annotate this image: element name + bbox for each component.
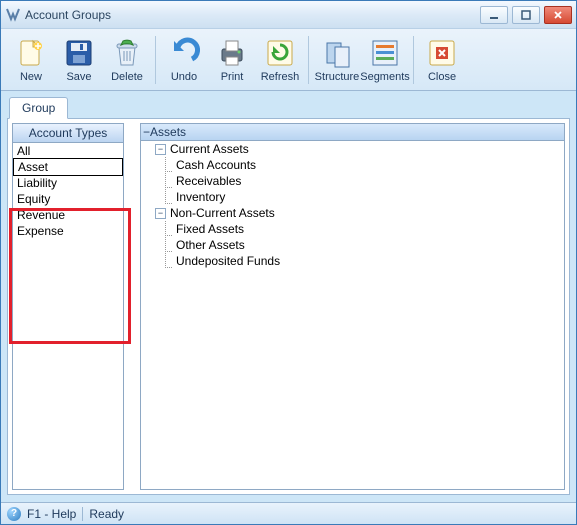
content-area: Group Account Types AllAssetLiabilityEqu…	[1, 91, 576, 501]
tree-node[interactable]: Cash Accounts	[161, 157, 564, 173]
window-title: Account Groups	[25, 8, 480, 22]
toolbar-separator	[155, 36, 156, 84]
account-types-list: Account Types AllAssetLiabilityEquityRev…	[12, 123, 124, 490]
undo-icon	[168, 37, 200, 69]
status-separator	[82, 507, 83, 521]
save-icon	[63, 37, 95, 69]
delete-button[interactable]: Delete	[103, 32, 151, 88]
collapse-icon[interactable]: −	[143, 125, 150, 139]
refresh-button[interactable]: Refresh	[256, 32, 304, 88]
tree-node-label: Receivables	[176, 173, 241, 189]
group-panel: Account Types AllAssetLiabilityEquityRev…	[7, 118, 570, 495]
structure-icon	[321, 37, 353, 69]
segments-button[interactable]: Segments	[361, 32, 409, 88]
tree-node-label: Cash Accounts	[176, 157, 256, 173]
status-state: Ready	[89, 507, 124, 521]
minimize-button[interactable]	[480, 6, 508, 24]
list-item[interactable]: Asset	[13, 158, 123, 176]
tree-node[interactable]: Inventory	[161, 189, 564, 205]
collapse-icon[interactable]: −	[155, 208, 166, 219]
app-icon	[5, 7, 21, 23]
list-item[interactable]: Expense	[13, 223, 123, 239]
save-button[interactable]: Save	[55, 32, 103, 88]
tree-node[interactable]: −Current Assets	[155, 141, 564, 157]
tree-node-label: Fixed Assets	[176, 221, 244, 237]
undo-button[interactable]: Undo	[160, 32, 208, 88]
segments-icon	[369, 37, 401, 69]
tree-node[interactable]: Receivables	[161, 173, 564, 189]
status-bar: ? F1 - Help Ready	[1, 502, 576, 524]
print-icon	[216, 37, 248, 69]
tree-node-label: Current Assets	[170, 141, 249, 157]
tree-node[interactable]: Fixed Assets	[161, 221, 564, 237]
toolbar-separator	[308, 36, 309, 84]
tab-group[interactable]: Group	[9, 97, 68, 119]
close-icon	[426, 37, 458, 69]
list-item[interactable]: Revenue	[13, 207, 123, 223]
tree-node[interactable]: −Non-Current Assets	[155, 205, 564, 221]
maximize-button[interactable]	[512, 6, 540, 24]
refresh-icon	[264, 37, 296, 69]
account-tree: − Assets −Current AssetsCash AccountsRec…	[140, 123, 565, 490]
delete-icon	[111, 37, 143, 69]
status-help[interactable]: F1 - Help	[27, 507, 76, 521]
close-button[interactable]: Close	[418, 32, 466, 88]
list-item[interactable]: All	[13, 143, 123, 159]
new-icon	[15, 37, 47, 69]
tree-node-label: Other Assets	[176, 237, 245, 253]
collapse-icon[interactable]: −	[155, 144, 166, 155]
close-window-button[interactable]	[544, 6, 572, 24]
account-types-header: Account Types	[13, 124, 123, 143]
tree-node-label: Undeposited Funds	[176, 253, 280, 269]
print-button[interactable]: Print	[208, 32, 256, 88]
help-icon: ?	[7, 507, 21, 521]
structure-button[interactable]: Structure	[313, 32, 361, 88]
tree-node-label: Assets	[150, 125, 186, 139]
window-buttons	[480, 6, 572, 24]
tree-node-label: Inventory	[176, 189, 225, 205]
new-button[interactable]: New	[7, 32, 55, 88]
tab-strip: Group	[7, 97, 570, 119]
tree-node-root[interactable]: − Assets	[141, 124, 564, 141]
titlebar: Account Groups	[1, 1, 576, 29]
list-item[interactable]: Liability	[13, 175, 123, 191]
tree-node-label: Non-Current Assets	[170, 205, 275, 221]
toolbar-separator	[413, 36, 414, 84]
tree-node[interactable]: Undeposited Funds	[161, 253, 564, 269]
list-item[interactable]: Equity	[13, 191, 123, 207]
tree-node[interactable]: Other Assets	[161, 237, 564, 253]
toolbar: New Save Delete Undo Print Refresh	[1, 29, 576, 91]
